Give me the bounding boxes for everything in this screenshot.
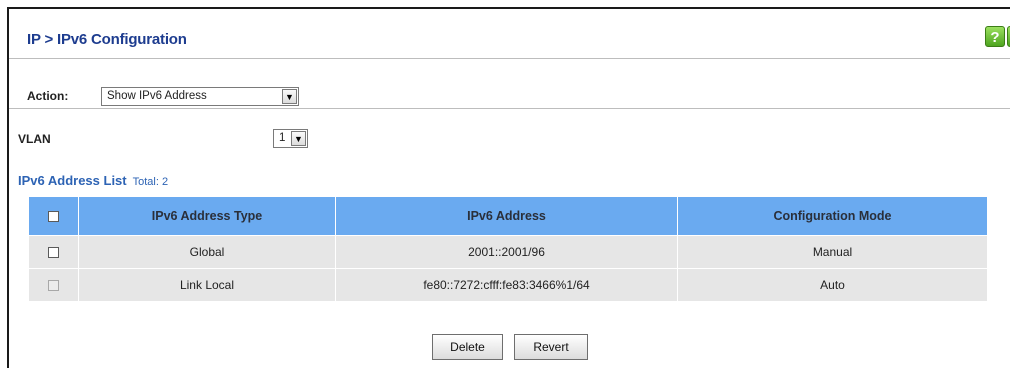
cell-config-mode: Auto [677, 268, 988, 302]
revert-button[interactable]: Revert [514, 334, 588, 360]
action-label: Action: [27, 89, 69, 103]
address-list-total: Total: 2 [132, 176, 169, 188]
address-list-title: IPv6 Address List Total: 2 [18, 173, 168, 188]
row-checkbox-disabled [48, 280, 59, 292]
row-select-cell [28, 235, 79, 269]
cell-address: 2001::2001/96 [335, 235, 678, 269]
action-select-value: Show IPv6 Address [107, 90, 207, 102]
column-header-address: IPv6 Address [335, 196, 678, 236]
table-row: Link Local fe80::7272:cfff:fe83:3466%1/6… [28, 268, 988, 302]
action-row: Action: Show IPv6 Address ▼ [9, 59, 1010, 109]
select-all-checkbox[interactable] [48, 211, 59, 223]
page-title: IP > IPv6 Configuration [27, 31, 187, 48]
table-row: Global 2001::2001/96 Manual [28, 235, 988, 269]
help-icon[interactable]: ? [985, 26, 1005, 47]
page-header: IP > IPv6 Configuration ? C [9, 9, 1010, 59]
chevron-down-icon[interactable]: ▼ [291, 131, 306, 146]
chevron-down-icon[interactable]: ▼ [282, 89, 297, 104]
cell-config-mode: Manual [677, 235, 988, 269]
vlan-label: VLAN [18, 132, 51, 146]
address-table: IPv6 Address Type IPv6 Address Configura… [28, 196, 988, 302]
column-header-type: IPv6 Address Type [78, 196, 336, 236]
cell-address-type: Link Local [78, 268, 336, 302]
column-header-mode: Configuration Mode [677, 196, 988, 236]
cell-address: fe80::7272:cfff:fe83:3466%1/64 [335, 268, 678, 302]
select-all-cell [28, 196, 79, 236]
action-select[interactable]: Show IPv6 Address ▼ [101, 87, 299, 106]
vlan-select[interactable]: 1 ▼ [273, 129, 308, 148]
row-select-cell [28, 268, 79, 302]
address-list-label: IPv6 Address List [18, 173, 127, 188]
row-checkbox[interactable] [48, 247, 59, 259]
delete-button[interactable]: Delete [432, 334, 503, 360]
table-header-row: IPv6 Address Type IPv6 Address Configura… [28, 196, 988, 236]
vlan-select-value: 1 [279, 132, 286, 144]
cell-address-type: Global [78, 235, 336, 269]
